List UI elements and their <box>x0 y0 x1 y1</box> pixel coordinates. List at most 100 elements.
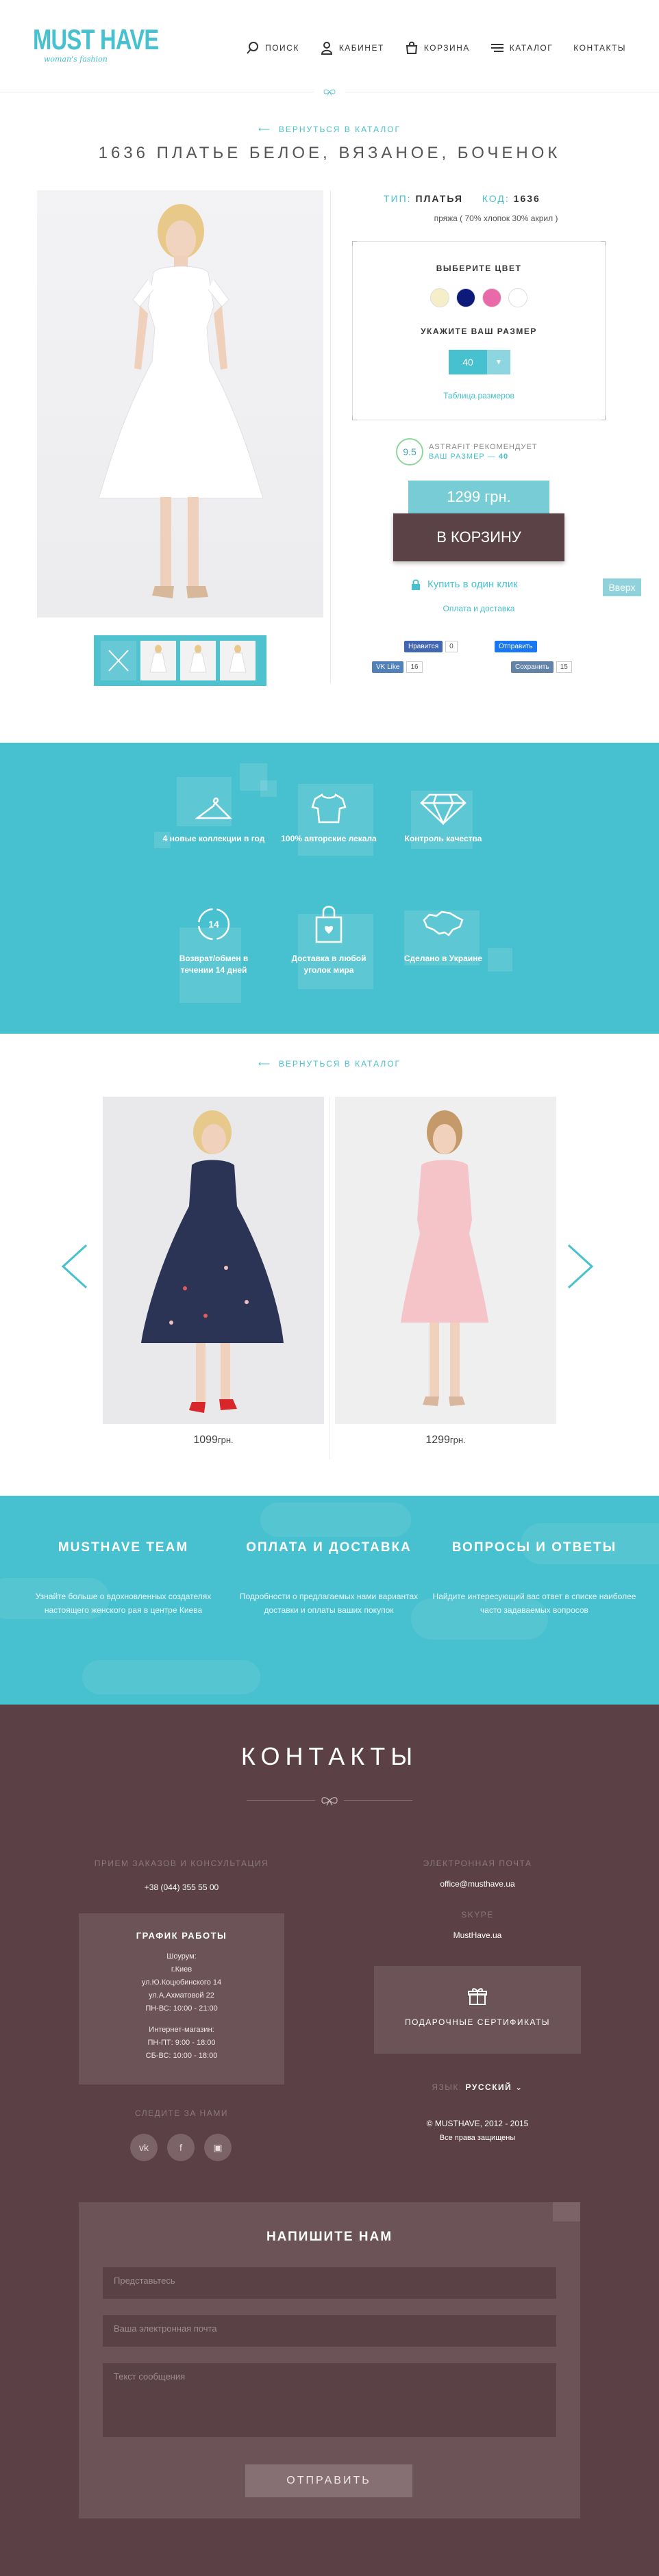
info-team[interactable]: MUSTHAVE TEAM Узнайте больше о вдохновле… <box>21 1540 226 1617</box>
vk-like-button[interactable]: VK Like <box>372 661 404 673</box>
color-swatch-pink[interactable] <box>482 288 501 307</box>
hanger-icon <box>195 798 233 819</box>
corner-decoration <box>601 241 606 246</box>
carousel-next-arrow-icon[interactable] <box>566 1242 596 1290</box>
related-product-1[interactable] <box>103 1097 324 1424</box>
vk-like-count: 16 <box>406 661 423 673</box>
scroll-top-button[interactable]: Вверх <box>603 578 641 596</box>
fb-like-button[interactable]: Нравится <box>404 641 443 652</box>
thumbnail-2[interactable] <box>140 641 176 680</box>
form-decor <box>553 2202 580 2221</box>
price-value: 1299 <box>425 1434 450 1446</box>
feature-label: 4 новые коллекции в год <box>162 834 265 843</box>
gift-certificates-button[interactable]: ПОДАРОЧНЫЕ СЕРТИФИКАТЫ <box>374 1966 581 2054</box>
gift-icon <box>468 1988 487 2005</box>
astrafit-recommendation[interactable]: 9.5 ASTRAFIT РЕКОМЕНДУЕТ ВАШ РАЗМЕР — 40 <box>396 438 538 466</box>
nav-catalog[interactable]: КАТАЛОГ <box>490 41 553 55</box>
info-payment[interactable]: ОПЛАТА И ДОСТАВКА Подробности о предлага… <box>226 1540 432 1617</box>
price-value: 1099 <box>193 1434 218 1446</box>
feature-label: 100% авторские лекала <box>281 834 377 843</box>
price-currency: грн. <box>449 1435 466 1445</box>
color-swatch-navy[interactable] <box>456 288 475 307</box>
product-meta: ТИП: ПЛАТЬЯ КОД: 1636 <box>384 193 556 204</box>
info-faq[interactable]: ВОПРОСЫ И ОТВЕТЫ Найдите интересующий ва… <box>432 1540 637 1617</box>
email-link[interactable]: office@musthave.ua <box>374 1879 581 1889</box>
schedule-title: ГРАФИК РАБОТЫ <box>136 1930 227 1941</box>
instagram-icon[interactable]: ▣ <box>204 2134 232 2161</box>
vk-icon[interactable]: vk <box>130 2134 158 2161</box>
save-button[interactable]: Сохранить <box>511 661 554 673</box>
chevron-down-icon: ▼ <box>487 350 510 374</box>
one-click-buy[interactable]: Купить в один клик <box>411 578 518 590</box>
rec-score-badge: 9.5 <box>396 438 423 466</box>
contacts-title: КОНТАКТЫ <box>240 1742 419 1770</box>
choose-color-title: ВЫБЕРИТЕ ЦВЕТ <box>436 264 522 273</box>
send-button[interactable]: ОТПРАВИТЬ <box>245 2464 412 2497</box>
schedule-line: ул.Ю.Коцюбинского 14 <box>141 1978 222 1987</box>
save-widget[interactable]: Сохранить 15 <box>511 661 572 673</box>
facebook-icon[interactable]: f <box>167 2134 195 2161</box>
color-swatch-white[interactable] <box>508 288 527 307</box>
ukraine-map-icon <box>423 910 464 936</box>
message-field[interactable]: Текст сообщения <box>103 2363 556 2437</box>
product-price: 1299 грн. <box>408 481 549 513</box>
payment-delivery-link[interactable]: Оплата и доставка <box>352 604 606 613</box>
color-swatches <box>353 288 605 307</box>
email-field[interactable]: Ваша электронная почта <box>103 2315 556 2347</box>
logo[interactable]: MUST HAVE woman's fashion <box>33 25 194 64</box>
copyright: © MUSTHAVE, 2012 - 2015 <box>426 2119 529 2128</box>
back-to-catalog-link-2[interactable]: ⟵ ВЕРНУТЬСЯ В КАТАЛОГ <box>0 1059 659 1069</box>
rec-line-2: ВАШ РАЗМЕР — 40 <box>429 452 538 461</box>
nav-contacts[interactable]: КОНТАКТЫ <box>573 43 626 53</box>
contact-form: НАПИШИТЕ НАМ Представьтесь Ваша электрон… <box>79 2202 580 2518</box>
bow-divider-icon <box>321 1797 338 1806</box>
carousel-prev-arrow-icon[interactable] <box>59 1242 89 1290</box>
nav-cabinet[interactable]: КАБИНЕТ <box>320 41 384 55</box>
info-title: ВОПРОСЫ И ОТВЕТЫ <box>451 1540 617 1555</box>
vk-like-widget[interactable]: VK Like 16 <box>372 661 423 673</box>
feature-label: Контроль качества <box>404 834 482 843</box>
size-select[interactable]: 40 ▼ <box>449 350 510 374</box>
language-label: ЯЗЫК: <box>432 2082 462 2092</box>
schedule-shop: Интернет-магазин: ПН-ПТ: 9:00 - 18:00 СБ… <box>79 2024 284 2063</box>
fb-like-widget[interactable]: Нравится 0 <box>404 641 458 652</box>
type-value: ПЛАТЬЯ <box>415 193 463 204</box>
related-price-1: 1099грн. <box>103 1434 324 1446</box>
thumbnail-image <box>229 645 247 673</box>
language-select[interactable]: ЯЗЫК: РУССКИЙ ⌄ <box>374 2082 581 2092</box>
fb-send-widget[interactable]: Отправить <box>495 641 537 652</box>
thumbnail-3[interactable] <box>180 641 216 680</box>
schedule-line: СБ-ВС: 10:00 - 18:00 <box>145 2052 218 2060</box>
size-table-link[interactable]: Таблица размеров <box>353 391 605 400</box>
info-title: ОПЛАТА И ДОСТАВКА <box>246 1540 412 1555</box>
skype-value[interactable]: MustHave.ua <box>374 1930 581 1940</box>
nav-contacts-label: КОНТАКТЫ <box>573 43 626 53</box>
feature-collections: 4 новые коллекции в год <box>162 792 265 845</box>
related-product-2[interactable] <box>335 1097 556 1424</box>
name-field[interactable]: Представьтесь <box>103 2267 556 2299</box>
nav-cart[interactable]: КОРЗИНА <box>405 41 470 55</box>
back-to-catalog-link[interactable]: ⟵ ВЕРНУТЬСЯ В КАТАЛОГ <box>0 125 659 134</box>
schedule-box: ГРАФИК РАБОТЫ Шоурум: г.Киев ул.Ю.Коцюби… <box>79 1913 284 2084</box>
info-text: Узнайте больше о вдохновленных создателя… <box>35 1592 212 1615</box>
related-product-image <box>401 1110 488 1406</box>
close-icon <box>108 650 129 672</box>
rec-size: 40 <box>498 452 509 461</box>
add-to-cart-button[interactable]: В КОРЗИНУ <box>393 513 564 561</box>
code-label: КОД: <box>482 193 510 204</box>
thumbnail-4[interactable] <box>220 641 256 680</box>
schedule-line: ПН-ВС: 10:00 - 21:00 <box>145 2004 218 2013</box>
feature-label: Доставка в любой уголок мира <box>291 954 366 975</box>
size-value: 40 <box>449 350 487 374</box>
product-main-photo[interactable] <box>37 190 323 617</box>
phone-number[interactable]: +38 (044) 355 55 00 <box>79 1883 284 1892</box>
arrow-left-icon: ⟵ <box>258 125 279 134</box>
fb-send-button[interactable]: Отправить <box>495 641 537 652</box>
divider-line <box>247 1800 315 1801</box>
nav-search[interactable]: ПОИСК <box>246 41 299 55</box>
product-title: 1636 ПЛАТЬЕ БЕЛОЕ, ВЯЗАНОЕ, БОЧЕНОК <box>98 144 561 162</box>
thumbnail-active[interactable] <box>101 641 136 680</box>
feature-quality: Контроль качества <box>392 792 495 845</box>
color-swatch-cream[interactable] <box>430 288 449 307</box>
column-divider <box>330 190 331 683</box>
